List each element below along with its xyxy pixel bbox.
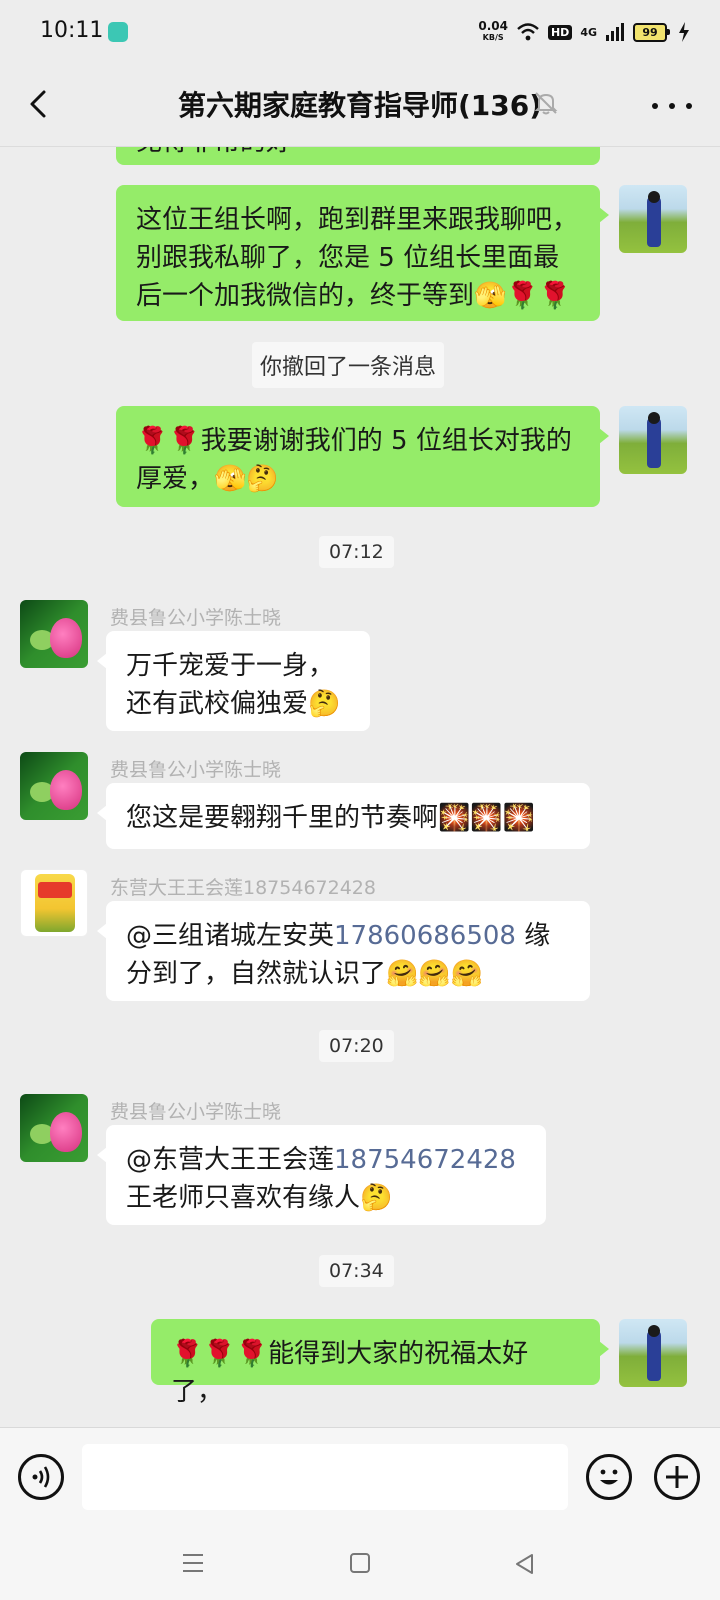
message-bubble-outgoing[interactable]: 免得非常的好 (116, 147, 600, 165)
mention[interactable]: @东营大王王会莲 (126, 1145, 334, 1175)
menu-icon[interactable] (182, 1553, 204, 1573)
message-bubble-outgoing[interactable]: 🌹🌹我要谢谢我们的 5 位组长对我的厚爱，🫣🤔 (116, 406, 609, 507)
plus-icon[interactable] (654, 1454, 700, 1500)
avatar[interactable] (619, 185, 687, 253)
sender-name: 费县鲁公小学陈士晓 (110, 759, 282, 781)
status-bar: 10:11 0.04 KB/S HD 4G 99 (0, 0, 720, 64)
app-notification-icon (108, 22, 128, 42)
signal-icon (606, 23, 624, 41)
message-list[interactable]: 免得非常的好 这位王组长啊，跑到群里来跟我聊吧，别跟我私聊了，您是 5 位组长里… (0, 147, 720, 1427)
mention[interactable]: @三组诸城左安英 (126, 921, 334, 951)
phone-link[interactable]: 18754672428 (334, 1145, 516, 1175)
message-bubble-incoming[interactable]: @三组诸城左安英17860686508 缘分到了，自然就认识了🤗🤗🤗 (97, 901, 590, 1001)
home-icon[interactable] (350, 1553, 370, 1573)
system-nav-bar (0, 1527, 720, 1600)
charging-icon (679, 22, 689, 42)
timestamp: 07:34 (319, 1255, 394, 1287)
avatar[interactable] (619, 1319, 687, 1387)
voice-icon[interactable] (18, 1454, 64, 1500)
more-dots-icon[interactable] (652, 88, 692, 124)
wifi-icon (517, 23, 539, 41)
avatar[interactable] (20, 752, 88, 820)
timestamp: 07:20 (319, 1030, 394, 1062)
message-bubble-incoming[interactable]: 万千宠爱于一身，还有武校偏独爱🤔 (97, 631, 370, 731)
network-type: 4G (580, 25, 597, 39)
message-bubble-outgoing[interactable]: 这位王组长啊，跑到群里来跟我聊吧，别跟我私聊了，您是 5 位组长里面最后一个加我… (116, 185, 609, 321)
emoji-icon[interactable] (586, 1454, 632, 1500)
bell-off-icon (534, 92, 558, 115)
avatar[interactable] (20, 869, 88, 937)
avatar[interactable] (619, 406, 687, 474)
hd-badge: HD (547, 24, 573, 40)
avatar[interactable] (20, 600, 88, 668)
message-bubble-outgoing[interactable]: 🌹🌹🌹能得到大家的祝福太好了， (151, 1319, 609, 1407)
sender-name: 费县鲁公小学陈士晓 (110, 607, 282, 629)
input-bar (0, 1427, 720, 1528)
message-bubble-incoming[interactable]: 您这是要翱翔千里的节奏啊🎇🎇🎇 (97, 783, 590, 849)
sender-name: 东营大王王会莲18754672428 (110, 877, 376, 899)
battery-icon: 99 (633, 22, 670, 42)
sender-name: 费县鲁公小学陈士晓 (110, 1101, 282, 1123)
avatar[interactable] (20, 1094, 88, 1162)
battery-level: 99 (633, 22, 667, 42)
status-time: 10:11 (40, 18, 104, 43)
nav-back-icon[interactable] (514, 1553, 536, 1575)
recall-notice: 你撤回了一条消息 (252, 342, 445, 388)
status-indicators: 0.04 KB/S HD 4G 99 (478, 17, 690, 47)
phone-link[interactable]: 17860686508 (334, 921, 516, 951)
network-speed: 0.04 KB/S (478, 19, 508, 42)
timestamp: 07:12 (319, 536, 394, 568)
chat-header: 第六期家庭教育指导师(136) (0, 64, 720, 147)
message-bubble-incoming[interactable]: @东营大王王会莲18754672428 王老师只喜欢有缘人🤔 (97, 1125, 546, 1225)
chat-title: 第六期家庭教育指导师(136) (177, 89, 543, 122)
message-input[interactable] (82, 1444, 568, 1510)
